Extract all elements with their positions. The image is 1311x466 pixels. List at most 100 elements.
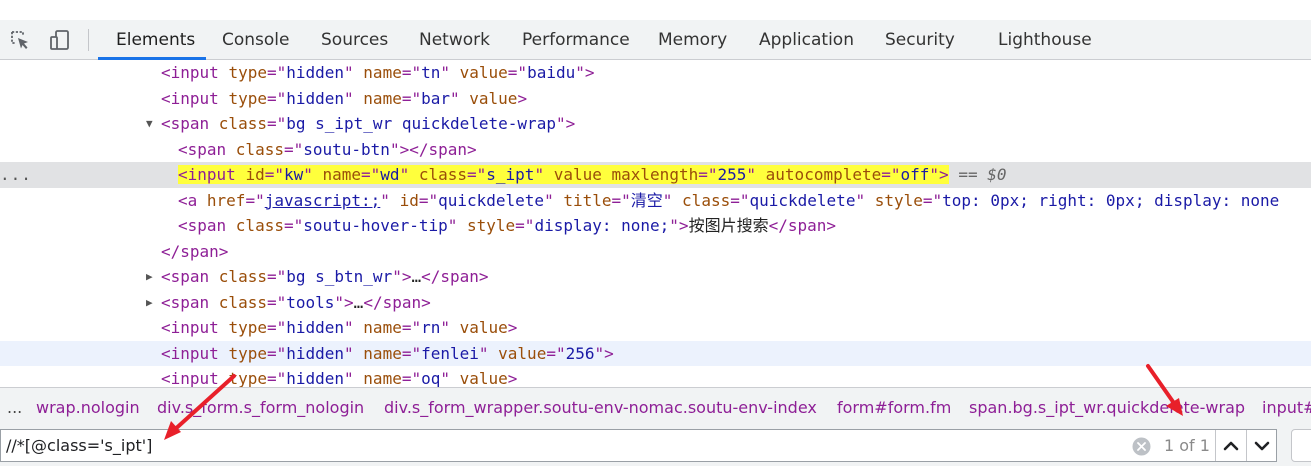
dom-node[interactable]: </span>: [0, 239, 1311, 265]
attr-value: 清空: [630, 190, 663, 210]
breadcrumb-item[interactable]: span.bg.s_ipt_wr.quickdelete-wrap: [969, 388, 1245, 428]
tab-application[interactable]: Application: [759, 20, 854, 60]
attr-value: bg s_btn_wr: [286, 267, 393, 286]
dom-node[interactable]: <a href="javascript:;" id="quickdelete" …: [0, 188, 1311, 214]
attr-name: name: [363, 318, 402, 337]
expand-triangle-right-icon[interactable]: ▶: [146, 264, 153, 290]
chevron-up-icon[interactable]: [1216, 430, 1246, 461]
breadcrumb-item[interactable]: form#form.fm: [837, 388, 951, 428]
attr-name: class: [682, 190, 731, 210]
search-input[interactable]: [6, 433, 1116, 458]
dom-tree: <input type="hidden" name="tn" value="ba…: [0, 60, 1311, 387]
punct: =": [266, 114, 287, 133]
dom-node[interactable]: <span class="soutu-hover-tip" style="dis…: [0, 213, 1311, 239]
attr-value: soutu-btn: [303, 139, 390, 159]
punct: ": [440, 318, 460, 337]
tab-sources[interactable]: Sources: [321, 20, 388, 60]
find-bar: 1 of 1: [0, 427, 1311, 466]
punct: ": [344, 88, 364, 108]
expand-triangle-right-icon[interactable]: ▶: [146, 290, 153, 316]
tag-close: ">: [594, 343, 614, 363]
dom-node-hovered[interactable]: <input type="hidden" name="fenlei" value…: [0, 340, 1311, 366]
breadcrumb-bar: ... wrap.nologin div.s_form.s_form_nolog…: [0, 387, 1311, 427]
attr-name: name: [322, 165, 362, 184]
dom-node[interactable]: ▶ <span class="bg s_btn_wr">…</span>: [0, 264, 1311, 290]
tag-close: >: [507, 369, 518, 387]
tab-memory[interactable]: Memory: [658, 20, 727, 60]
tab-security[interactable]: Security: [885, 20, 955, 60]
attr-name: id: [399, 190, 419, 210]
collapsed-ellipsis[interactable]: …: [354, 293, 364, 312]
breadcrumb-item[interactable]: input#: [1262, 388, 1311, 428]
attr-value: quickdelete: [438, 190, 545, 210]
tag-close: </span>: [363, 292, 431, 312]
punct: ": [399, 165, 419, 184]
tab-performance[interactable]: Performance: [522, 20, 630, 60]
inspect-element-icon[interactable]: [9, 29, 31, 51]
attr-name: value: [459, 318, 508, 337]
href-link[interactable]: javascript:;: [265, 191, 381, 210]
attr-value: s_ipt: [486, 165, 535, 184]
punct: =": [507, 63, 528, 82]
attr-name: maxlength: [611, 165, 699, 184]
attr-value: bg s_ipt_wr quickdelete-wrap: [286, 114, 556, 133]
selected-node-marker: == $0: [948, 165, 1007, 184]
breadcrumb-item[interactable]: div.s_form_wrapper.soutu-env-nomac.soutu…: [384, 388, 817, 428]
punct: =": [266, 267, 287, 286]
attr-name: type: [228, 88, 267, 108]
expand-triangle-down-icon[interactable]: ▼: [146, 111, 153, 137]
dom-node[interactable]: <input type="hidden" name="rn" value>: [0, 315, 1311, 341]
attr-value: wd: [380, 165, 400, 184]
attr-value: 256: [565, 343, 595, 363]
chevron-down-icon[interactable]: [1247, 430, 1277, 461]
tab-console[interactable]: Console: [222, 20, 290, 60]
dom-node[interactable]: <input type="hidden" name="bar" value>: [0, 86, 1311, 112]
attr-name: style: [467, 216, 516, 235]
dom-node-selected[interactable]: ... <input id="kw" name="wd" class="s_ip…: [0, 162, 1311, 188]
tag-close: </span>: [768, 216, 837, 235]
tag-open: <span: [161, 292, 219, 312]
tag-open: <span: [178, 216, 236, 235]
attr-value: 255: [717, 165, 747, 184]
match-count: 1 of 1: [1164, 436, 1210, 455]
punct: ": [440, 63, 460, 82]
attr-name: href: [206, 190, 246, 210]
search-match-highlight: <input id="kw" name="wd" class="s_ipt" v…: [178, 165, 949, 184]
tab-network[interactable]: Network: [419, 20, 490, 60]
collapsed-ellipsis[interactable]: …: [411, 267, 421, 286]
punct: =": [401, 369, 422, 387]
attr-name: type: [228, 343, 267, 363]
dom-node[interactable]: <input type="hidden" name="tn" value="ba…: [0, 60, 1311, 86]
tab-lighthouse[interactable]: Lighthouse: [998, 20, 1092, 60]
breadcrumb-overflow[interactable]: ...: [7, 388, 22, 428]
clear-search-icon[interactable]: [1132, 437, 1151, 456]
punct: ">: [392, 267, 412, 286]
dom-node[interactable]: ▶ <span class="tools">…</span>: [0, 290, 1311, 316]
attr-name: type: [228, 63, 267, 82]
attr-value: top: 0px; right: 0px; display: none: [942, 190, 1280, 210]
punct: ">: [334, 292, 354, 312]
attr-name: name: [363, 343, 402, 363]
dom-node[interactable]: ▼ <span class="bg s_ipt_wr quickdelete-w…: [0, 111, 1311, 137]
attr-value: off: [900, 165, 930, 184]
punct: =": [283, 216, 304, 235]
tag-close: </span>: [421, 267, 489, 286]
cancel-search-button[interactable]: [1291, 429, 1311, 462]
window-top-strip: [0, 0, 1311, 20]
attr-value: hidden: [286, 369, 345, 387]
breadcrumb-item[interactable]: div.s_form.s_form_nologin: [157, 388, 364, 428]
punct: ": [450, 88, 470, 108]
tag-open: <input: [161, 343, 229, 363]
attr-value: hidden: [286, 343, 345, 363]
node-actions-dots[interactable]: ...: [0, 162, 32, 188]
punct: ": [662, 190, 683, 210]
device-toolbar-icon[interactable]: [49, 29, 71, 51]
tag-close: >: [517, 88, 528, 108]
attr-value: baidu: [527, 63, 576, 82]
dom-node[interactable]: <span class="soutu-btn"></span>: [0, 137, 1311, 163]
dom-node[interactable]: <input type="hidden" name="oq" value>: [0, 366, 1311, 387]
breadcrumb-item[interactable]: wrap.nologin: [36, 388, 140, 428]
tag-open: <input: [178, 165, 246, 184]
tab-elements[interactable]: Elements: [116, 20, 195, 60]
punct: ": [746, 165, 766, 184]
